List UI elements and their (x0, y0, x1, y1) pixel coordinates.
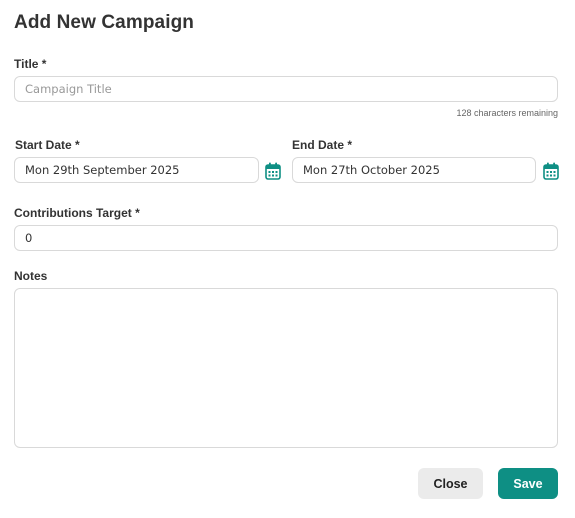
end-date-label: End Date * (292, 138, 353, 152)
contributions-target-input[interactable] (14, 225, 558, 251)
contributions-target-label: Contributions Target * (14, 206, 140, 220)
title-input[interactable] (14, 76, 558, 102)
calendar-icon[interactable] (265, 162, 281, 180)
start-date-label: Start Date * (15, 138, 80, 152)
start-date-input[interactable] (14, 157, 259, 183)
calendar-icon[interactable] (543, 162, 559, 180)
add-campaign-dialog: Add New Campaign Title * 128 characters … (0, 0, 575, 518)
title-label: Title * (14, 57, 47, 71)
notes-textarea[interactable] (14, 288, 558, 448)
end-date-input[interactable] (292, 157, 536, 183)
close-button[interactable]: Close (418, 468, 483, 499)
notes-label: Notes (14, 269, 48, 283)
save-button[interactable]: Save (498, 468, 558, 499)
dialog-title: Add New Campaign (14, 12, 195, 33)
characters-remaining: 128 characters remaining (456, 108, 558, 118)
